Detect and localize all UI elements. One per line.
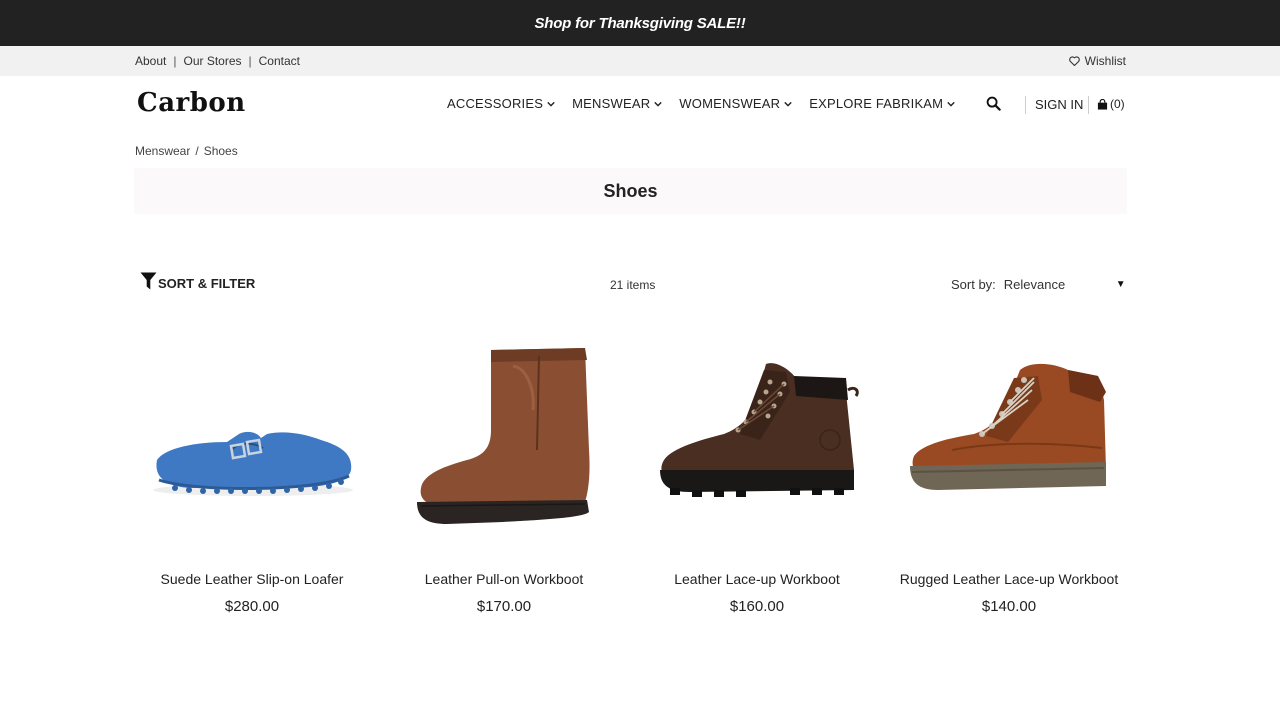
nav-womenswear[interactable]: WOMENSWEAR (679, 96, 792, 111)
sign-in-link[interactable]: SIGN IN (1035, 97, 1083, 112)
item-count: 21 items (610, 278, 656, 292)
chevron-down-icon (654, 101, 663, 107)
breadcrumb-separator: / (195, 144, 199, 158)
nav-explore-fabrikam[interactable]: EXPLORE FABRIKAM (809, 96, 955, 111)
product-card[interactable]: Suede Leather Slip-on Loafer $280.00 (135, 330, 369, 615)
nav-menswear[interactable]: MENSWEAR (572, 96, 663, 111)
chevron-down-icon (547, 101, 555, 107)
page-title: Shoes (603, 180, 658, 201)
product-image-loafer[interactable] (135, 330, 369, 545)
wishlist-link[interactable]: Wishlist (1068, 46, 1126, 76)
chevron-down-icon (947, 101, 955, 107)
page-title-band: Shoes (134, 168, 1127, 214)
product-card[interactable]: Leather Lace-up Workboot $160.00 (640, 330, 874, 615)
our-stores-link[interactable]: Our Stores (183, 54, 241, 68)
utility-links: About | Our Stores | Contact (135, 46, 300, 76)
nav-accessories[interactable]: ACCESSORIES (447, 96, 555, 111)
divider (1025, 96, 1026, 114)
carbon-logo[interactable]: Carbon (137, 88, 246, 118)
product-price: $160.00 (729, 598, 785, 615)
sort-filter-button[interactable]: SORT & FILTER (140, 272, 255, 291)
product-card[interactable]: Leather Pull-on Workboot $170.00 (387, 330, 621, 615)
chevron-down-icon (784, 101, 792, 107)
product-price: $280.00 (224, 598, 280, 615)
nav-label: EXPLORE FABRIKAM (809, 96, 944, 111)
nav-label: WOMENSWEAR (679, 96, 781, 111)
sort-filter-label: SORT & FILTER (158, 276, 256, 291)
sort-dropdown[interactable]: Sort by: Relevance ▼ (951, 277, 1126, 292)
main-nav: ACCESSORIES MENSWEAR WOMENSWEAR EXPLORE … (447, 96, 955, 111)
product-image-pull-on-workboot[interactable] (387, 330, 621, 545)
promo-text: Shop for Thanksgiving SALE!! (534, 14, 746, 32)
product-price: $140.00 (981, 598, 1037, 615)
nav-label: ACCESSORIES (447, 96, 544, 111)
product-card[interactable]: Rugged Leather Lace-up Workboot $140.00 (892, 330, 1126, 615)
product-image-lace-up-workboot[interactable] (640, 330, 874, 545)
sort-value: Relevance (1003, 277, 1066, 292)
product-price: $170.00 (476, 598, 532, 615)
divider (1088, 96, 1089, 114)
shopping-bag-icon (1097, 98, 1108, 110)
caret-down-icon: ▼ (1115, 279, 1126, 290)
about-link[interactable]: About (135, 54, 166, 68)
product-image-rugged-lace-up-workboot[interactable] (892, 330, 1126, 545)
contact-link[interactable]: Contact (259, 54, 300, 68)
product-name[interactable]: Rugged Leather Lace-up Workboot (892, 571, 1126, 587)
utility-bar: About | Our Stores | Contact Wishlist (0, 46, 1280, 76)
breadcrumb: Menswear / Shoes (135, 144, 238, 158)
sort-label: Sort by: (951, 277, 996, 292)
search-icon[interactable] (986, 96, 1001, 111)
divider: | (173, 54, 177, 68)
cart-button[interactable]: (0) (1097, 97, 1125, 111)
cart-count: (0) (1110, 97, 1125, 111)
product-name[interactable]: Leather Lace-up Workboot (640, 571, 874, 587)
promo-banner[interactable]: Shop for Thanksgiving SALE!! (0, 0, 1280, 46)
wishlist-label: Wishlist (1084, 54, 1126, 68)
divider: | (248, 54, 252, 68)
product-name[interactable]: Suede Leather Slip-on Loafer (135, 571, 369, 587)
filter-icon (140, 272, 157, 290)
breadcrumb-menswear[interactable]: Menswear (135, 144, 190, 158)
breadcrumb-current: Shoes (203, 144, 238, 158)
heart-icon (1068, 56, 1080, 66)
nav-label: MENSWEAR (572, 96, 651, 111)
product-name[interactable]: Leather Pull-on Workboot (387, 571, 621, 587)
